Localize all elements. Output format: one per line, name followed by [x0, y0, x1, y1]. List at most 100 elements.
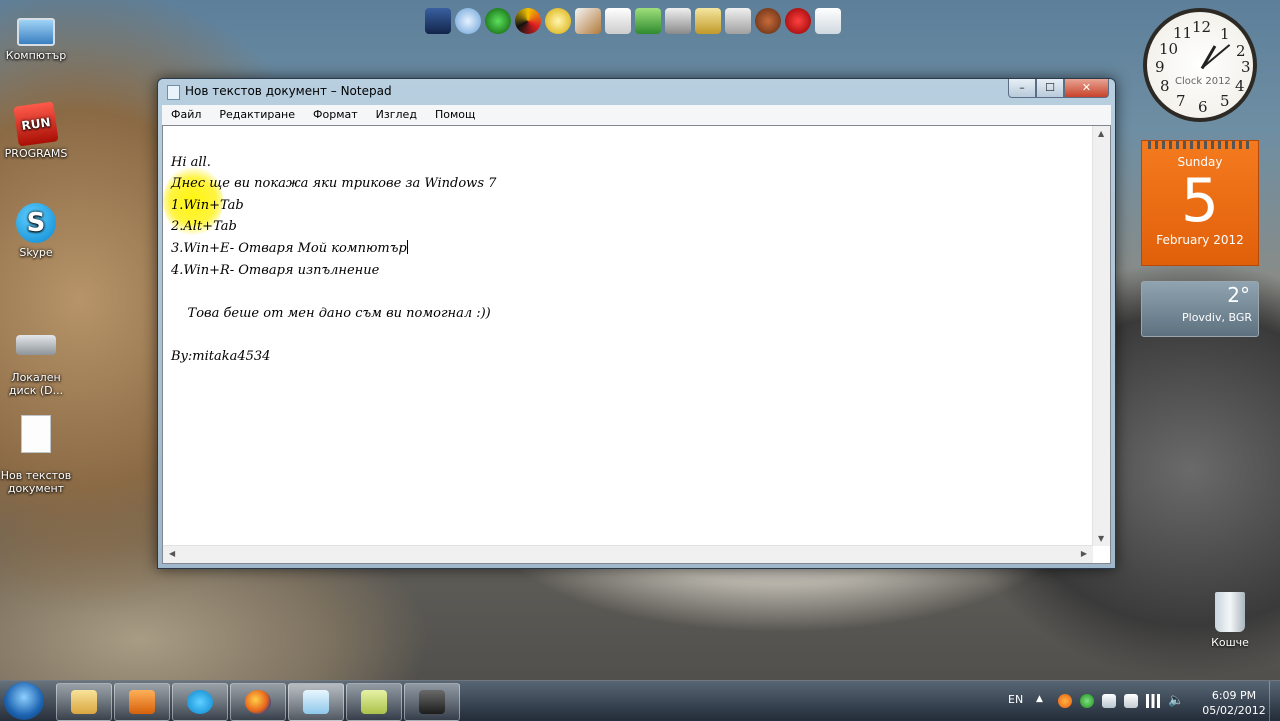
calendar-rings [1148, 141, 1252, 149]
clock-numeral: 5 [1220, 92, 1230, 110]
close-button[interactable]: ✕ [1064, 79, 1109, 98]
clock-numeral: 8 [1160, 77, 1170, 95]
clock-brand: Clock 2012 [1175, 76, 1231, 87]
bug-icon[interactable] [755, 8, 781, 34]
clock-gadget[interactable]: 12 1 2 3 4 5 6 7 8 9 10 11 Clock 2012 [1143, 8, 1257, 122]
run-icon: RUN [13, 101, 59, 147]
taskbar-sticky-notes[interactable] [346, 683, 402, 721]
skype-icon [187, 690, 213, 714]
desktop-icon-label: Компютър [5, 49, 67, 62]
arrows-icon[interactable] [635, 8, 661, 34]
menu-edit[interactable]: Редактиране [210, 105, 304, 125]
tray-time: 6:09 PM [1211, 689, 1257, 702]
taskbar-explorer[interactable] [56, 683, 112, 721]
media-player-icon [129, 690, 155, 714]
brush-icon[interactable] [575, 8, 601, 34]
explorer-icon [71, 690, 97, 714]
computer-icon [17, 18, 55, 46]
text-line: By:mitaka4534 [171, 348, 271, 364]
desktop-icon-skype[interactable]: S Skype [0, 203, 72, 259]
scroll-right-icon[interactable]: ▶ [1081, 549, 1087, 558]
dvd-icon[interactable] [545, 8, 571, 34]
show-hidden-icons-icon[interactable]: ▲ [1036, 694, 1050, 708]
minimize-button[interactable]: – [1008, 79, 1036, 98]
ladybug-icon[interactable] [785, 8, 811, 34]
taskbar-notepad[interactable] [288, 683, 344, 721]
horizontal-scrollbar[interactable]: ◀ ▶ [163, 545, 1093, 563]
notepad-window[interactable]: Нов текстов документ – Notepad – ☐ ✕ Фай… [157, 78, 1116, 569]
tray-date: 05/02/2012 [1202, 704, 1266, 717]
menu-bar: Файл Редактиране Формат Изглед Помощ [162, 105, 1111, 125]
clock-numeral: 12 [1192, 18, 1212, 36]
power-icon[interactable] [1124, 694, 1138, 708]
title-bar[interactable]: Нов текстов документ – Notepad – ☐ ✕ [158, 79, 1115, 103]
menu-help[interactable]: Помощ [426, 105, 484, 125]
scroll-left-icon[interactable]: ◀ [169, 549, 175, 558]
calendar-gadget[interactable]: Sunday 5 February 2012 [1141, 140, 1259, 266]
clock-numeral: 9 [1155, 58, 1165, 76]
start-button[interactable] [4, 682, 44, 720]
notepad-icon [303, 690, 329, 714]
vertical-scrollbar[interactable]: ▲ ▼ [1092, 126, 1110, 546]
clock-numeral: 3 [1241, 58, 1251, 76]
clock-numeral: 11 [1173, 24, 1193, 42]
desktop-icon-local-disk[interactable]: Локален диск (D... [0, 310, 72, 410]
calendar-day: 5 [1180, 166, 1220, 236]
desktop-icon-recycle-bin[interactable]: Кошче [1196, 592, 1264, 649]
disc-icon[interactable] [515, 8, 541, 34]
text-line: 1.Win+Tab [171, 197, 244, 213]
text-line: 2.Alt+Tab [171, 219, 237, 235]
text-line: 4.Win+R- Отваря изпълнение [171, 262, 380, 278]
taskbar-firefox[interactable] [230, 683, 286, 721]
wrench-icon[interactable] [695, 8, 721, 34]
window-title: Нов текстов документ – Notepad [185, 84, 392, 98]
taskbar-media-player[interactable] [114, 683, 170, 721]
calendar-month: February 2012 [1156, 233, 1244, 247]
update-icon[interactable] [1080, 694, 1094, 708]
clock-tray[interactable]: 6:09 PM 05/02/2012 [1199, 688, 1269, 718]
desktop-icon-label: Skype [19, 246, 53, 259]
weather-gadget[interactable]: 2° Plovdiv, BGR [1141, 281, 1259, 337]
weather-city: Plovdiv, BGR [1182, 311, 1252, 324]
volume-icon[interactable]: 🔈 [1168, 694, 1184, 708]
recycle-icon[interactable] [815, 8, 841, 34]
flag-icon[interactable] [1102, 694, 1116, 708]
camera-icon[interactable] [425, 8, 451, 34]
text-editor[interactable]: Hi all. Днес ще ви покажа яки трикове за … [162, 125, 1111, 564]
maximize-button[interactable]: ☐ [1036, 79, 1064, 98]
taskbar-camera[interactable] [404, 683, 460, 721]
window-controls: – ☐ ✕ [1008, 79, 1109, 98]
desktop-icon-programs[interactable]: RUN PROGRAMS [0, 101, 72, 160]
desktop-icon-label: Нов текстов документ [0, 469, 72, 495]
scroll-down-icon[interactable]: ▼ [1098, 534, 1104, 543]
clock-numeral: 7 [1176, 92, 1186, 110]
desktop-icon-computer[interactable]: Компютър [0, 10, 72, 62]
text-line: Hi all. [171, 154, 211, 170]
sphere-icon[interactable] [485, 8, 511, 34]
tools-icon[interactable] [665, 8, 691, 34]
language-indicator[interactable]: EN [1008, 693, 1023, 706]
text-document-icon [21, 415, 51, 453]
clock-numeral: 4 [1235, 77, 1245, 95]
globe-icon[interactable] [455, 8, 481, 34]
skype-icon: S [16, 203, 56, 243]
show-desktop-button[interactable] [1269, 681, 1280, 721]
network-icon[interactable] [1146, 694, 1160, 708]
menu-format[interactable]: Формат [304, 105, 367, 125]
scissors-icon[interactable] [725, 8, 751, 34]
text-caret [406, 239, 408, 254]
clock-numeral: 6 [1198, 98, 1208, 116]
text-line-current: 3.Win+E- Отваря Мой компютър [171, 238, 496, 260]
camera-icon [419, 690, 445, 714]
text-line [171, 281, 496, 303]
text-line: 3.Win+E- Отваря Мой компютър [171, 240, 407, 256]
drive-icon [16, 335, 56, 355]
desktop-icon-new-text-document[interactable]: Нов текстов документ [0, 402, 72, 508]
avast-icon[interactable] [1058, 694, 1072, 708]
scroll-up-icon[interactable]: ▲ [1098, 129, 1104, 138]
menu-view[interactable]: Изглед [367, 105, 426, 125]
menu-file[interactable]: Файл [162, 105, 210, 125]
sticky-notes-icon [361, 690, 387, 714]
font-icon[interactable] [605, 8, 631, 34]
taskbar-skype[interactable] [172, 683, 228, 721]
